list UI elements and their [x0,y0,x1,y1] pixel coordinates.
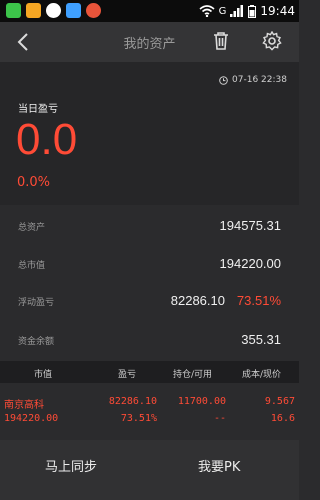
total-assets-label: 总资产 [18,223,46,233]
stock-profit-percent: 73.51% [120,413,157,424]
battery-icon [248,4,257,18]
sync-now-button[interactable]: 马上同步 [45,456,97,475]
trash-icon[interactable] [212,31,230,51]
total-assets-value: 194575.31 [219,218,281,233]
clock-time: 19:44 [260,4,295,18]
stock-profit: 82286.10 [108,396,157,407]
today-profit-percent: 0.0% [17,175,51,190]
stock-market-value: 194220.00 [4,413,59,424]
floating-profit-label: 浮动盈亏 [18,298,55,308]
today-profit-value: 0.0 [16,115,78,164]
app-notification-icon [66,3,81,18]
stock-available: -- [213,413,226,424]
floating-profit-percent: 73.51% [236,293,281,308]
stock-name: 南京高科 [4,400,44,411]
update-time: 07-16 22:38 [219,75,287,85]
column-header-cost-price: 成本/现价 [242,370,282,380]
column-header-holding: 持仓/可用 [173,370,213,380]
market-value-value: 194220.00 [219,256,281,271]
floating-profit-value: 82286.10 [170,293,225,308]
cash-balance-value: 355.31 [241,332,281,347]
stock-price: 16.6 [270,413,295,424]
wifi-icon [199,5,215,17]
status-bar: G 19:44 [0,0,299,22]
network-type-label: G [218,5,227,17]
table-row[interactable]: 南京高科 194220.00 82286.10 73.51% 11700.00 … [0,385,299,440]
app-header: 我的资产 [0,22,299,62]
today-profit-label: 当日盈亏 [18,104,58,115]
column-header-market-value: 市值 [34,370,53,380]
total-assets-row: 总资产 194575.31 [0,208,299,246]
daily-summary-panel: 07-16 22:38 当日盈亏 0.0 0.0% [0,62,299,207]
bottom-action-bar: 马上同步 我要PK [0,440,299,500]
pk-button[interactable]: 我要PK [198,456,240,475]
clock-icon [219,75,228,85]
gear-icon[interactable] [262,31,282,51]
holdings-table-header: 市值 盈亏 持仓/可用 成本/现价 [0,361,299,383]
app-notification-icon [46,3,61,18]
cash-balance-row: 资金余额 355.31 [0,322,299,360]
asset-summary: 总资产 194575.31 总市值 194220.00 浮动盈亏 82286.1… [0,205,299,355]
stock-cost: 9.567 [264,396,295,407]
signal-icon [230,5,244,17]
market-value-row: 总市值 194220.00 [0,246,299,284]
cash-balance-label: 资金余额 [18,337,55,347]
app-notification-icon [26,3,41,18]
app-notification-icon [6,3,21,18]
market-value-label: 总市值 [18,261,46,271]
floating-profit-row: 浮动盈亏 82286.10 73.51% [0,283,299,321]
update-time-text: 07-16 22:38 [232,75,287,85]
app-notification-icon [86,3,101,18]
column-header-profit: 盈亏 [118,370,137,380]
page-title: 我的资产 [123,37,176,52]
stock-holding: 11700.00 [177,396,226,407]
